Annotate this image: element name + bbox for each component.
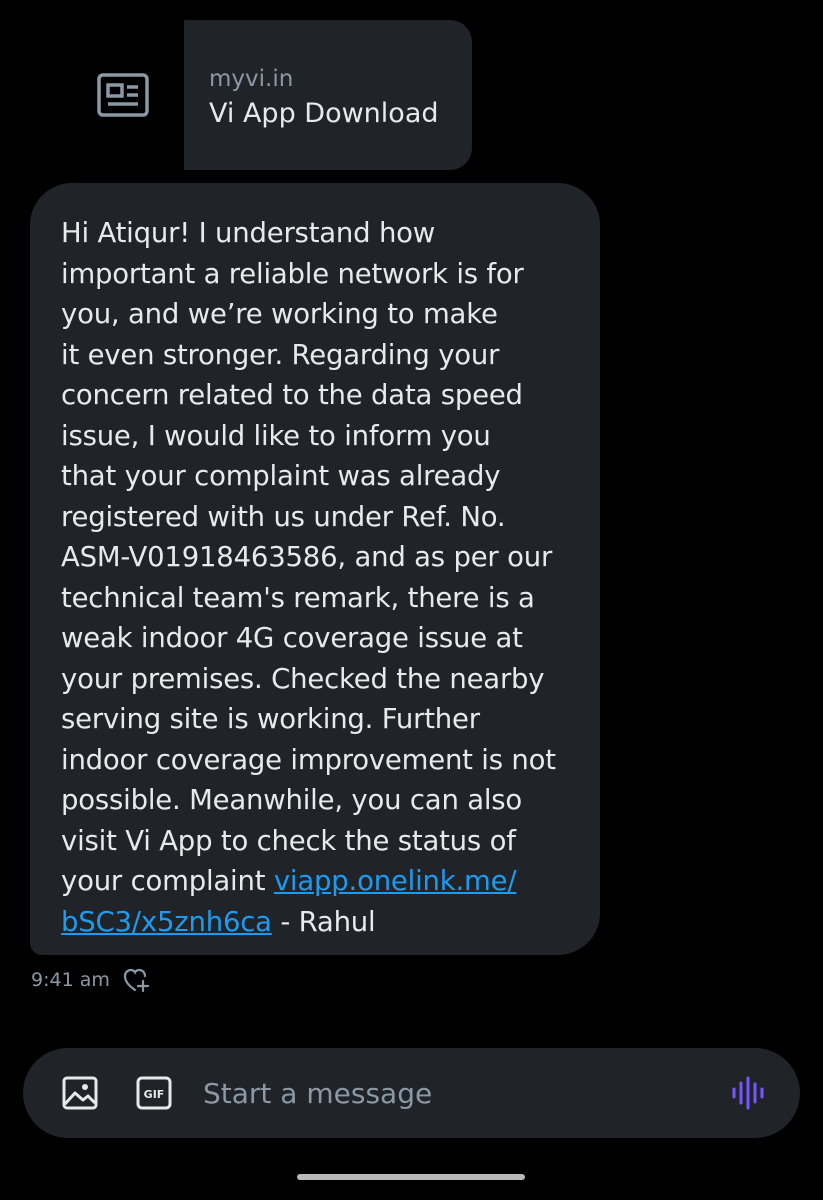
link-preview-icon-area xyxy=(62,20,184,170)
add-reaction-button[interactable] xyxy=(122,966,152,994)
message-composer: GIF Start a message xyxy=(23,1048,800,1138)
link-preview-card[interactable]: myvi.in Vi App Download xyxy=(62,20,472,170)
image-icon xyxy=(62,1076,98,1110)
audio-wave-icon xyxy=(732,1076,764,1110)
message-timestamp: 9:41 am xyxy=(31,969,110,991)
message-input[interactable]: Start a message xyxy=(203,1048,703,1138)
message-meta: 9:41 am xyxy=(31,966,152,994)
add-gif-button[interactable]: GIF xyxy=(135,1074,173,1112)
message-signature: - Rahul xyxy=(271,905,376,938)
article-icon xyxy=(97,73,149,117)
link-preview-domain: myvi.in xyxy=(209,66,294,92)
gif-icon: GIF xyxy=(136,1076,172,1110)
message-bubble: Hi Atiqur! I understand how important a … xyxy=(30,183,600,955)
add-photo-button[interactable] xyxy=(61,1074,99,1112)
link-preview-details[interactable]: myvi.in Vi App Download xyxy=(184,20,472,170)
message-body: Hi Atiqur! I understand how important a … xyxy=(61,217,556,897)
voice-message-button[interactable] xyxy=(730,1074,768,1112)
svg-text:GIF: GIF xyxy=(144,1088,165,1101)
message-text: Hi Atiqur! I understand how important a … xyxy=(61,213,580,942)
link-preview-title: Vi App Download xyxy=(209,98,439,129)
home-indicator[interactable] xyxy=(297,1174,525,1180)
heart-add-icon xyxy=(123,968,149,993)
